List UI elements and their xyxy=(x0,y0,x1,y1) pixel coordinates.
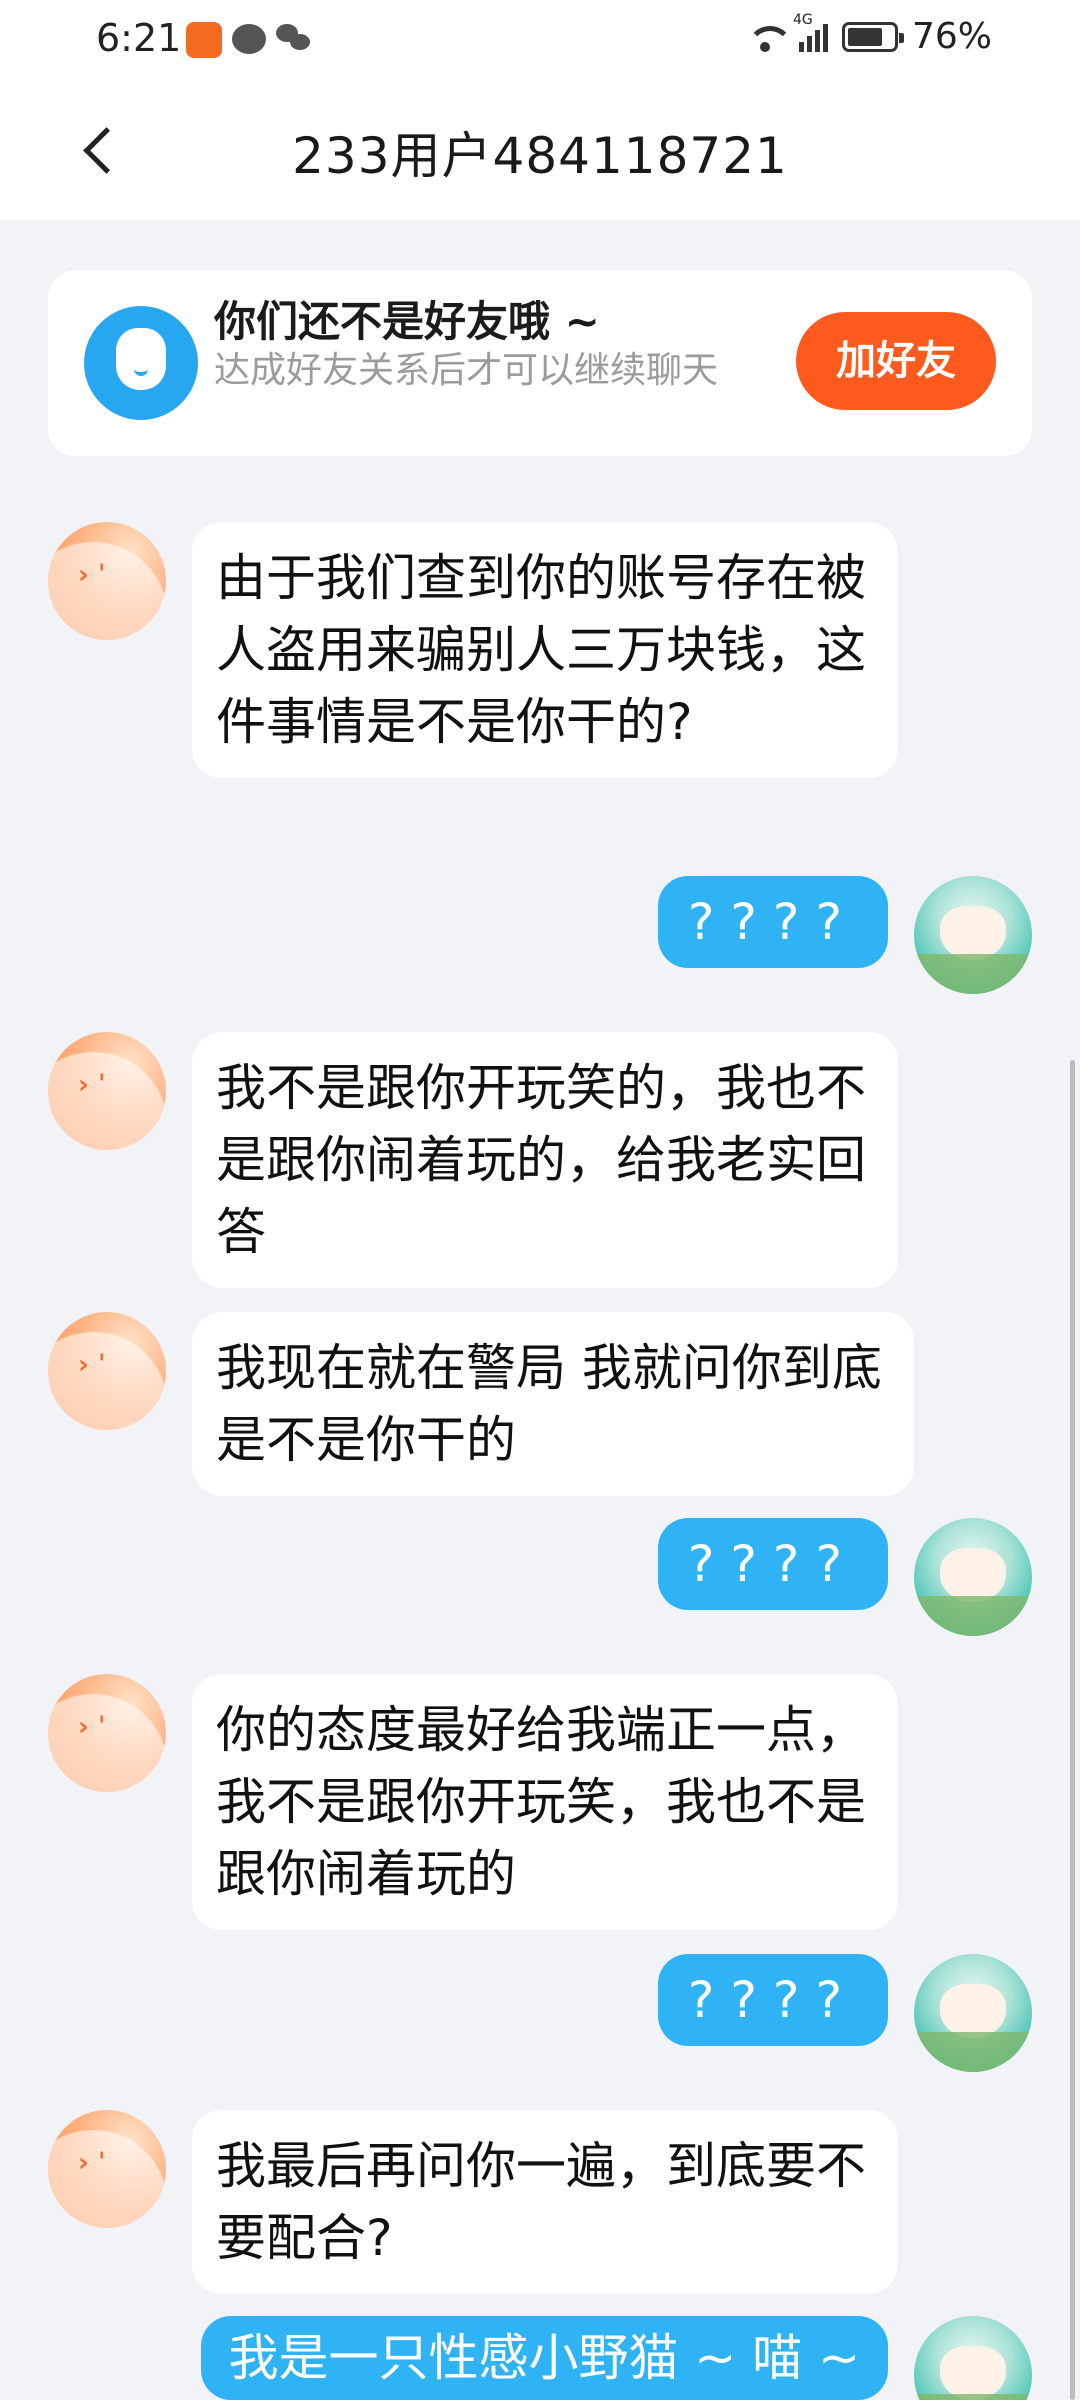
page-title: 233用户484118721 xyxy=(292,127,788,185)
sender-avatar[interactable] xyxy=(48,1674,166,1792)
status-bar: 6:21 4G 76% xyxy=(0,0,1080,80)
message-notification-icon xyxy=(232,24,266,54)
wechat-notification-icon xyxy=(276,22,312,58)
app-notification-icon xyxy=(186,22,222,58)
wifi-icon xyxy=(745,22,793,52)
message-bubble-sent[interactable]: ???? xyxy=(657,1518,888,1610)
message-bubble-received[interactable]: 由于我们查到你的账号存在被人盗用来骗别人三万块钱，这件事情是不是你干的? xyxy=(192,522,898,778)
nav-bar: 233用户484118721 xyxy=(0,90,1080,210)
message-bubble-sent[interactable]: ???? xyxy=(657,876,888,968)
message-bubble-received[interactable]: 我不是跟你开玩笑的，我也不是跟你闹着玩的，给我老实回答 xyxy=(192,1032,898,1288)
user-avatar[interactable] xyxy=(914,1518,1032,1636)
user-avatar[interactable] xyxy=(914,2316,1032,2400)
battery-percent: 76% xyxy=(911,16,992,57)
message-bubble-received[interactable]: 你的态度最好给我端正一点，我不是跟你开玩笑，我也不是跟你闹着玩的 xyxy=(192,1674,898,1930)
battery-icon xyxy=(841,21,904,52)
friend-request-card: 你们还不是好友哦 ~ 达成好友关系后才可以继续聊天 加好友 xyxy=(48,270,1032,456)
status-time: 6:21 xyxy=(96,16,182,60)
user-avatar[interactable] xyxy=(914,876,1032,994)
sender-avatar[interactable] xyxy=(48,1312,166,1430)
message-bubble-sent[interactable]: ???? xyxy=(657,1954,888,2046)
message-bubble-received[interactable]: 我最后再问你一遍，到底要不要配合? xyxy=(192,2110,898,2294)
sender-avatar[interactable] xyxy=(48,2110,166,2228)
signal-icon: 4G xyxy=(793,12,828,52)
add-friend-button[interactable]: 加好友 xyxy=(796,312,996,410)
friend-card-subtitle: 达成好友关系后才可以继续聊天 xyxy=(214,350,719,391)
user-avatar[interactable] xyxy=(914,1954,1032,2072)
network-type: 4G xyxy=(792,11,813,28)
hand-wave-icon xyxy=(84,306,198,420)
scrollbar[interactable] xyxy=(1070,1060,1075,2400)
sender-avatar[interactable] xyxy=(48,522,166,640)
message-bubble-sent[interactable]: 我是一只性感小野猫 ~ 喵 ~ xyxy=(200,2316,888,2400)
top-bar: 6:21 4G 76% 233用户484118721 xyxy=(0,0,1080,220)
status-right: 4G 76% xyxy=(745,12,992,57)
friend-card-title: 你们还不是好友哦 ~ xyxy=(214,297,600,346)
sender-avatar[interactable] xyxy=(48,1032,166,1150)
message-bubble-received[interactable]: 我现在就在警局 我就问你到底是不是你干的 xyxy=(192,1312,914,1496)
